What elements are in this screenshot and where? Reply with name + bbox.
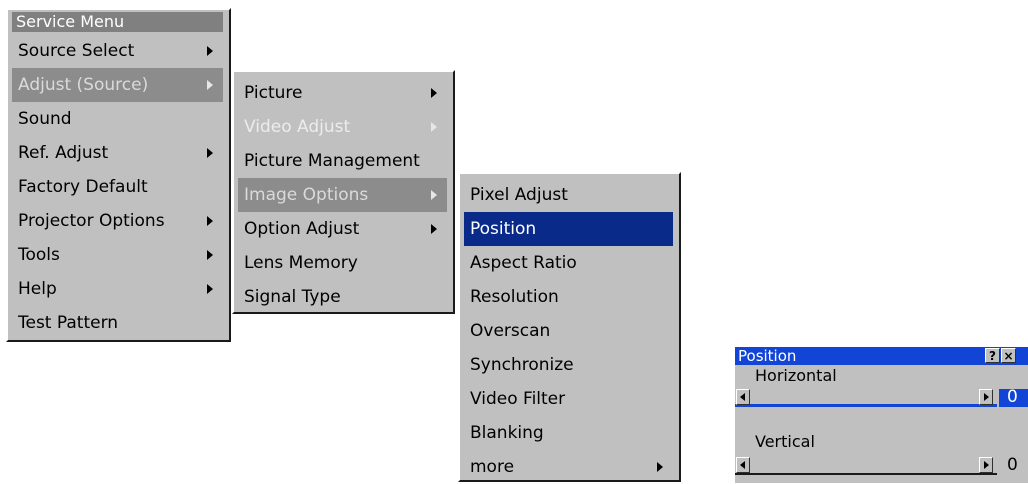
dialog-title: Position (738, 347, 797, 365)
left-arrow-icon (740, 393, 745, 401)
vertical-increase-button[interactable] (979, 457, 993, 473)
menu-item-picture[interactable]: Picture (238, 76, 447, 110)
menu-item-picture-management[interactable]: Picture Management (238, 144, 447, 178)
horizontal-slider-track[interactable] (735, 389, 997, 407)
menu-item-help[interactable]: Help (12, 272, 223, 306)
menu-item-aspect-ratio[interactable]: Aspect Ratio (464, 246, 673, 280)
submenu-arrow-icon (431, 122, 437, 132)
close-button[interactable]: × (1001, 348, 1016, 363)
submenu-arrow-icon (431, 88, 437, 98)
submenu-arrow-icon (207, 46, 213, 56)
menu-item-pixel-adjust[interactable]: Pixel Adjust (464, 178, 673, 212)
menu-item-tools[interactable]: Tools (12, 238, 223, 272)
help-button[interactable]: ? (985, 348, 1000, 363)
menu-item-lens-memory[interactable]: Lens Memory (238, 246, 447, 280)
left-arrow-icon (740, 461, 745, 469)
menu-item-image-options[interactable]: Image Options (238, 178, 447, 212)
menu-item-more[interactable]: more (464, 450, 673, 484)
menu-item-adjust-source[interactable]: Adjust (Source) (12, 68, 223, 102)
position-dialog: Position ? × Horizontal 0 Vertical 0 (733, 345, 1028, 483)
menu-item-option-adjust[interactable]: Option Adjust (238, 212, 447, 246)
submenu-arrow-icon (207, 250, 213, 260)
right-arrow-icon (984, 461, 989, 469)
horizontal-decrease-button[interactable] (736, 389, 750, 405)
horizontal-increase-button[interactable] (979, 389, 993, 405)
service-menu-title: Service Menu (12, 12, 223, 32)
vertical-label: Vertical (755, 432, 815, 451)
adjust-source-menu: Picture Video Adjust Picture Management … (232, 70, 455, 314)
menu-item-source-select[interactable]: Source Select (12, 34, 223, 68)
horizontal-value: 0 (1007, 387, 1018, 407)
menu-item-position[interactable]: Position (464, 212, 673, 246)
vertical-decrease-button[interactable] (736, 457, 750, 473)
service-menu: Service Menu Source Select Adjust (Sourc… (6, 8, 231, 342)
menu-item-projector-options[interactable]: Projector Options (12, 204, 223, 238)
menu-item-overscan[interactable]: Overscan (464, 314, 673, 348)
vertical-slider[interactable]: 0 (735, 455, 1028, 475)
image-options-menu: Pixel Adjust Position Aspect Ratio Resol… (458, 172, 681, 482)
submenu-arrow-icon (207, 216, 213, 226)
menu-item-blanking[interactable]: Blanking (464, 416, 673, 450)
menu-item-signal-type[interactable]: Signal Type (238, 280, 447, 314)
menu-item-video-filter[interactable]: Video Filter (464, 382, 673, 416)
horizontal-label: Horizontal (755, 366, 837, 385)
menu-item-sound[interactable]: Sound (12, 102, 223, 136)
submenu-arrow-icon (657, 462, 663, 472)
menu-item-factory-default[interactable]: Factory Default (12, 170, 223, 204)
menu-item-resolution[interactable]: Resolution (464, 280, 673, 314)
vertical-value: 0 (1007, 455, 1018, 475)
menu-item-video-adjust: Video Adjust (238, 110, 447, 144)
menu-item-synchronize[interactable]: Synchronize (464, 348, 673, 382)
dialog-title-bar: Position ? × (735, 347, 1028, 365)
menu-item-ref-adjust[interactable]: Ref. Adjust (12, 136, 223, 170)
submenu-arrow-icon (207, 80, 213, 90)
horizontal-slider[interactable]: 0 (735, 387, 1028, 407)
vertical-slider-track[interactable] (735, 457, 997, 475)
right-arrow-icon (984, 393, 989, 401)
menu-item-test-pattern[interactable]: Test Pattern (12, 306, 223, 340)
submenu-arrow-icon (207, 284, 213, 294)
submenu-arrow-icon (431, 190, 437, 200)
submenu-arrow-icon (207, 148, 213, 158)
submenu-arrow-icon (431, 224, 437, 234)
